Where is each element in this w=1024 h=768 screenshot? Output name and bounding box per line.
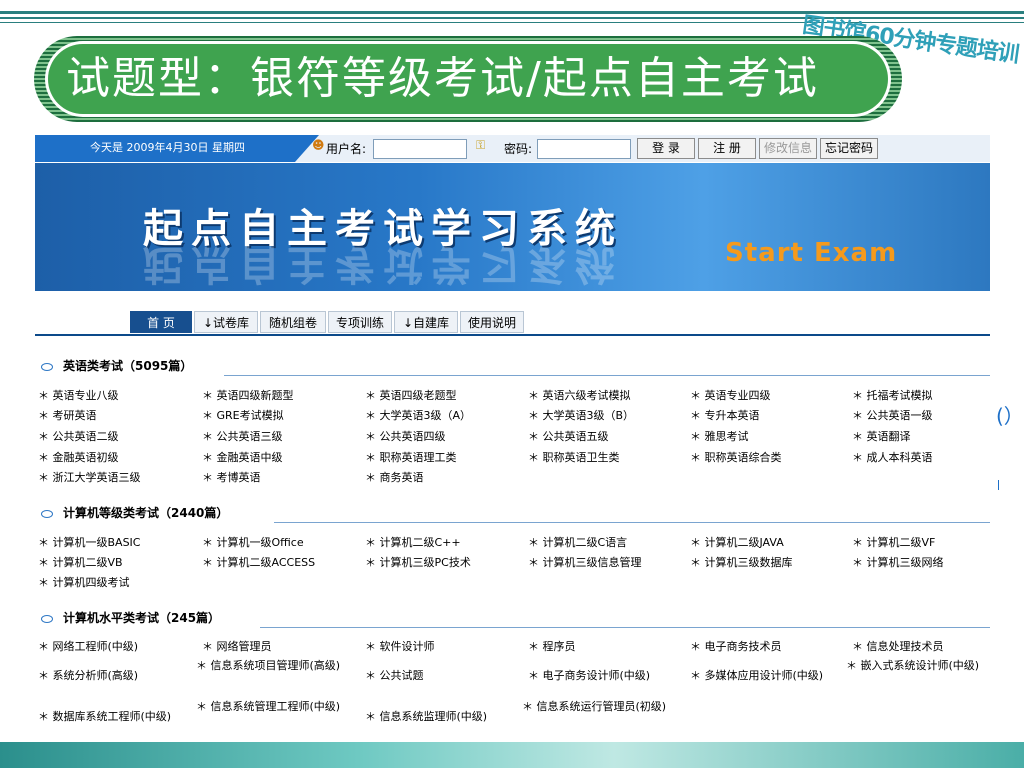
tab-instructions[interactable]: 使用说明 — [460, 311, 524, 333]
list-item[interactable]: ＊ 英语专业四级 — [690, 388, 771, 403]
list-item[interactable]: ＊ 公共试题 — [365, 668, 424, 683]
list-item[interactable]: ＊ 计算机二级JAVA — [690, 535, 784, 550]
tab-random-paper[interactable]: 随机组卷 — [260, 311, 326, 333]
diamond-icon — [41, 614, 53, 623]
category-rule — [224, 375, 990, 376]
list-item[interactable]: ＊ 信息处理技术员 — [852, 639, 944, 654]
username-input[interactable] — [373, 139, 467, 159]
list-item[interactable]: ＊ 电子商务设计师(中级) — [528, 668, 650, 683]
list-item[interactable]: ＊ 信息系统运行管理员(初级) — [522, 699, 684, 714]
list-item[interactable]: ＊ 计算机三级PC技术 — [365, 555, 471, 570]
list-item[interactable]: ＊ 考博英语 — [202, 470, 261, 485]
list-item[interactable]: ＊ 软件设计师 — [365, 639, 435, 654]
list-item[interactable]: ＊ 英语专业八级 — [38, 388, 119, 403]
list-item[interactable]: ＊ 多媒体应用设计师(中级) — [690, 668, 823, 683]
list-item[interactable]: ＊ 公共英语二级 — [38, 429, 119, 444]
forgot-password-button[interactable]: 忘记密码 — [820, 138, 878, 159]
list-item[interactable]: ＊ 公共英语四级 — [365, 429, 446, 444]
list-item[interactable]: ＊ 计算机二级VB — [38, 555, 123, 570]
list-item[interactable]: ＊ 计算机二级C++ — [365, 535, 461, 550]
category-header[interactable]: 英语类考试（5095篇） — [35, 356, 192, 376]
category-title: 计算机等级类考试（2440篇） — [63, 506, 229, 520]
username-label: 用户名: — [326, 142, 367, 156]
list-item[interactable]: ＊ 金融英语中级 — [202, 450, 283, 465]
tab-special-training[interactable]: 专项训练 — [328, 311, 392, 333]
list-item[interactable]: ＊ 英语四级老题型 — [365, 388, 457, 403]
list-item[interactable]: ＊ 计算机二级ACCESS — [202, 555, 315, 570]
password-label: 密码: — [504, 142, 533, 156]
tab-home[interactable]: 首 页 — [130, 311, 192, 333]
list-item[interactable]: ＊ 专升本英语 — [690, 408, 760, 423]
diamond-icon — [41, 509, 53, 518]
list-item[interactable]: ＊ 计算机三级数据库 — [690, 555, 793, 570]
list-item[interactable]: ＊ 信息系统项目管理师(高级) — [196, 658, 354, 673]
list-item[interactable]: ＊ 浙江大学英语三级 — [38, 470, 141, 485]
list-item[interactable]: ＊ 网络工程师(中级) — [38, 639, 138, 654]
category-title: 计算机水平类考试（245篇） — [63, 611, 221, 625]
category-header[interactable]: 计算机水平类考试（245篇） — [35, 608, 220, 628]
list-item[interactable]: ＊ 计算机三级信息管理 — [528, 555, 642, 570]
login-button[interactable]: 登 录 — [637, 138, 695, 159]
bottom-decor-bar — [0, 742, 1024, 768]
list-item[interactable]: ＊ 电子商务技术员 — [690, 639, 782, 654]
list-item[interactable]: ＊ 计算机四级考试 — [38, 575, 130, 590]
list-item[interactable]: ＊ 网络管理员 — [202, 639, 272, 654]
list-item[interactable]: ＊ 计算机二级C语言 — [528, 535, 627, 550]
category-rule — [260, 627, 990, 628]
password-input[interactable] — [537, 139, 631, 159]
date-text: 今天是 2009年4月30日 星期四 — [90, 141, 245, 154]
list-item[interactable]: ＊ 系统分析师(高级) — [38, 668, 138, 683]
register-button[interactable]: 注 册 — [698, 138, 756, 159]
modify-info-button[interactable]: 修改信息 — [759, 138, 817, 159]
category-rule — [274, 522, 990, 523]
user-icon: ☻ — [312, 138, 325, 152]
list-item[interactable]: ＊ 嵌入式系统设计师(中级) — [846, 658, 996, 673]
list-item[interactable]: ＊ 计算机一级BASIC — [38, 535, 140, 550]
list-item[interactable]: ＊ 程序员 — [528, 639, 576, 654]
diamond-icon — [41, 362, 53, 371]
list-item[interactable]: ＊ 托福考试模拟 — [852, 388, 933, 403]
list-item[interactable]: ＊ 大学英语3级（B） — [528, 408, 634, 423]
list-item[interactable]: ＊ 成人本科英语 — [852, 450, 933, 465]
banner-title-reflection: 起点自主考试学习系统 — [143, 241, 623, 287]
list-item[interactable]: ＊ 英语四级新题型 — [202, 388, 294, 403]
list-item[interactable]: ＊ 公共英语五级 — [528, 429, 609, 444]
top-rule — [0, 11, 1024, 14]
list-item[interactable]: ＊ 金融英语初级 — [38, 450, 119, 465]
slide-title: 试题型：银符等级考试/起点自主考试 — [66, 53, 819, 104]
list-item[interactable]: ＊ 英语翻译 — [852, 429, 911, 444]
category-title: 英语类考试（5095篇） — [63, 359, 193, 373]
banner-subtitle: Start Exam — [725, 238, 898, 268]
list-item[interactable]: ＊ 信息系统监理师(中级) — [365, 709, 487, 724]
key-icon: ⚿ — [476, 138, 486, 152]
tab-custom-library[interactable]: ↓自建库 — [394, 311, 458, 333]
list-item[interactable]: ＊ 职称英语综合类 — [690, 450, 782, 465]
list-item[interactable]: ＊ 计算机二级VF — [852, 535, 935, 550]
list-item[interactable]: ＊ 公共英语三级 — [202, 429, 283, 444]
tab-paper-library[interactable]: ↓试卷库 — [194, 311, 258, 333]
category-header[interactable]: 计算机等级类考试（2440篇） — [35, 503, 228, 523]
list-item[interactable]: ＊ 数据库系统工程师(中级) — [38, 709, 171, 724]
right-edge-mark — [998, 480, 999, 490]
list-item[interactable]: ＊ 职称英语卫生类 — [528, 450, 620, 465]
list-item[interactable]: ＊ 职称英语理工类 — [365, 450, 457, 465]
date-box: 今天是 2009年4月30日 星期四 — [35, 135, 295, 162]
list-item[interactable]: ＊ 公共英语一级 — [852, 408, 933, 423]
list-item[interactable]: ＊ 雅思考试 — [690, 429, 749, 444]
list-item[interactable]: ＊ 考研英语 — [38, 408, 97, 423]
list-item[interactable]: ＊ 大学英语3级（A） — [365, 408, 471, 423]
list-item[interactable]: ＊ 信息系统管理工程师(中级) — [196, 699, 354, 714]
list-item[interactable]: ＊ 商务英语 — [365, 470, 424, 485]
right-edge-glyph: (） — [996, 404, 1024, 428]
site-banner: 起点自主考试学习系统 起点自主考试学习系统 Start Exam — [35, 163, 990, 291]
list-item[interactable]: ＊ 英语六级考试模拟 — [528, 388, 631, 403]
list-item[interactable]: ＊ 计算机一级Office — [202, 535, 304, 550]
list-item[interactable]: ＊ 计算机三级网络 — [852, 555, 944, 570]
list-item[interactable]: ＊ GRE考试模拟 — [202, 408, 284, 423]
